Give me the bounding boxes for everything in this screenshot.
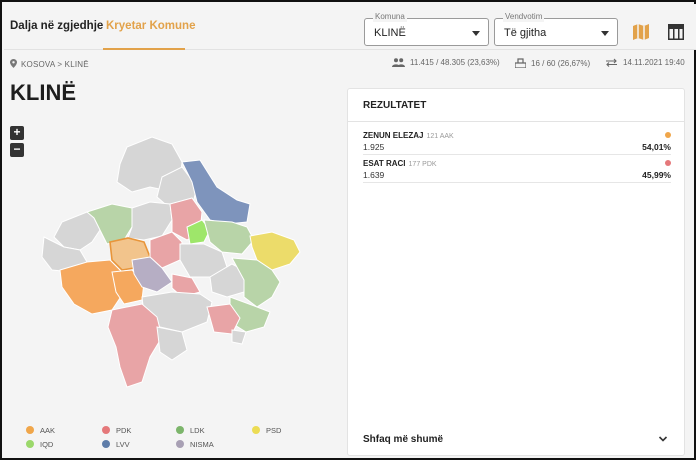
vendvotim-caption: Vendvotim — [503, 12, 545, 22]
legend-dot — [252, 426, 260, 434]
show-more-button[interactable]: Shfaq më shumë — [363, 434, 443, 445]
tab-mayor[interactable]: Kryetar Komune — [106, 20, 195, 32]
komuna-caption: Komuna — [373, 12, 407, 22]
komuna-select[interactable]: Komuna KLINË — [364, 12, 489, 46]
candidate-votes: 1.639 — [363, 170, 385, 180]
map-region[interactable] — [231, 329, 247, 345]
party-color-dot — [665, 160, 671, 166]
candidate-row[interactable]: ZENUN ELEZAJ 121 AAK 1.925 54,01% — [363, 131, 671, 155]
results-panel: REZULTATET ZENUN ELEZAJ 121 AAK 1.925 54,… — [347, 88, 685, 456]
legend-label: IQD — [40, 440, 54, 449]
chevron-down-icon[interactable] — [658, 434, 668, 444]
people-icon — [392, 58, 405, 67]
legend-label: LVV — [116, 440, 130, 449]
legend-item: IQD — [26, 440, 53, 449]
legend-item: LDK — [176, 426, 205, 435]
candidate-votes: 1.925 — [363, 142, 385, 152]
legend-dot — [26, 440, 34, 448]
legend-label: AAK — [40, 426, 56, 435]
zoom-out-button[interactable]: − — [10, 143, 24, 157]
candidate-row[interactable]: ESAT RACI 177 PDK 1.639 45,99% — [363, 159, 671, 183]
legend-dot — [176, 426, 184, 434]
app-frame: Dalja në zgjedhje Kryetar Komune Komuna … — [0, 0, 696, 460]
results-header: REZULTATET — [348, 89, 684, 122]
komuna-value: KLINË — [374, 27, 406, 39]
page-title: KLINË — [10, 80, 76, 105]
stations-text: 16 / 60 (26,67%) — [531, 59, 591, 68]
candidate-party-code: 177 PDK — [408, 161, 437, 168]
legend-item: PSD — [252, 426, 281, 435]
party-color-dot — [665, 132, 671, 138]
top-bar: Dalja në zgjedhje Kryetar Komune Komuna … — [4, 4, 696, 50]
candidate-percent: 45,99% — [642, 170, 671, 180]
chevron-down-icon — [601, 31, 609, 36]
location-pin-icon — [10, 59, 17, 68]
legend-label: PSD — [266, 426, 282, 435]
candidate-name-text: ZENUN ELEZAJ — [363, 131, 424, 140]
candidate-name-text: ESAT RACI — [363, 159, 406, 168]
kosovo-map[interactable] — [32, 132, 332, 392]
legend-dot — [102, 426, 110, 434]
legend-item: AAK — [26, 426, 55, 435]
map-legend: AAK PDK LDK PSD IQD LVV NISMA — [26, 426, 326, 456]
map-region[interactable] — [156, 326, 188, 361]
update-text: 14.11.2021 19:40 — [623, 58, 685, 67]
results-title: REZULTATET — [363, 100, 427, 111]
candidate-percent: 54,01% — [642, 142, 671, 152]
legend-label: NISMA — [190, 440, 214, 449]
legend-item: PDK — [102, 426, 131, 435]
table-view-icon[interactable] — [666, 22, 686, 42]
stations-stat: 16 / 60 (26,67%) — [515, 58, 590, 68]
zoom-in-button[interactable]: + — [10, 126, 24, 140]
chevron-down-icon — [472, 31, 480, 36]
breadcrumb-text: KOSOVA > KLINË — [21, 60, 89, 69]
sync-arrows-icon — [606, 58, 617, 67]
active-tab-indicator — [103, 48, 185, 50]
map-region[interactable] — [107, 303, 163, 388]
legend-dot — [26, 426, 34, 434]
update-stat: 14.11.2021 19:40 — [605, 58, 685, 67]
legend-item: NISMA — [176, 440, 214, 449]
legend-label: PDK — [116, 426, 132, 435]
legend-label: LDK — [190, 426, 205, 435]
vendvotim-value: Të gjitha — [504, 27, 547, 39]
map-view-icon[interactable] — [631, 22, 651, 42]
vendvotim-select[interactable]: Vendvotim Të gjitha — [494, 12, 618, 46]
turnout-stat: 11.415 / 48.305 (23,63%) — [392, 58, 500, 67]
candidate-party-code: 121 AAK — [426, 133, 454, 140]
candidate-name: ZENUN ELEZAJ 121 AAK — [363, 131, 454, 140]
breadcrumb: KOSOVA > KLINË — [10, 59, 89, 69]
legend-item: LVV — [102, 440, 130, 449]
legend-dot — [176, 440, 184, 448]
ballot-box-icon — [515, 58, 526, 68]
legend-dot — [102, 440, 110, 448]
tab-turnout[interactable]: Dalja në zgjedhje — [10, 20, 103, 32]
candidate-name: ESAT RACI 177 PDK — [363, 159, 437, 168]
map-region[interactable] — [59, 259, 125, 315]
turnout-text: 11.415 / 48.305 (23,63%) — [410, 58, 500, 67]
